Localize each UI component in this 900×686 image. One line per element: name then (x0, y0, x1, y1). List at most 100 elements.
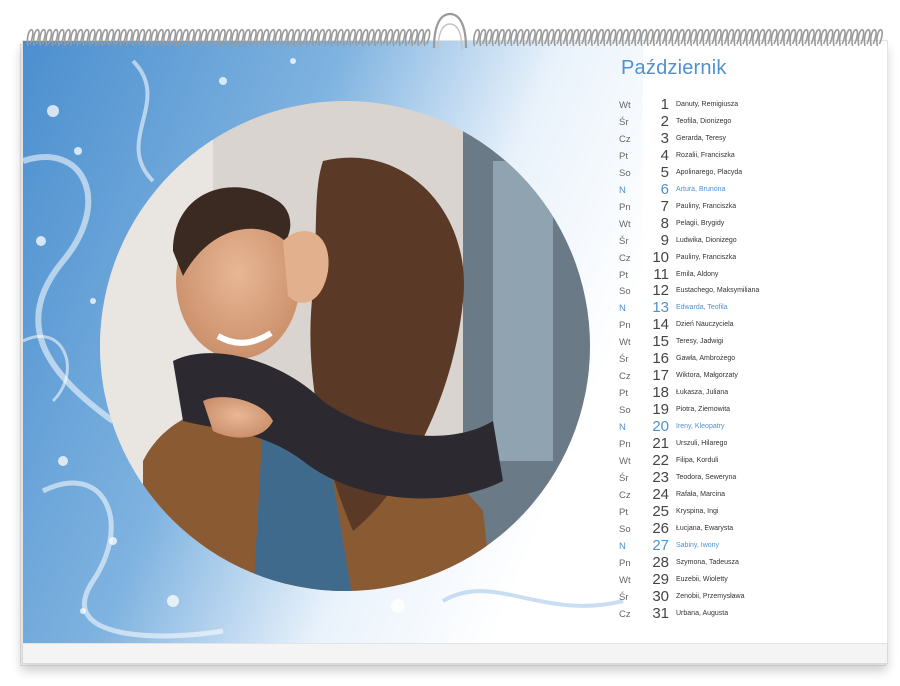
name-day-text: Ireny, Kleopatry (676, 423, 725, 431)
spiral-ring (355, 28, 363, 47)
day-number: 17 (652, 367, 669, 385)
spiral-ring (243, 28, 251, 47)
spiral-ring (293, 28, 301, 47)
spiral-ring (330, 28, 338, 47)
spiral-ring (733, 28, 741, 47)
day-number: 25 (652, 502, 669, 520)
day-number: 29 (652, 570, 669, 588)
spiral-ring (857, 28, 865, 47)
spiral-ring (280, 28, 288, 47)
spiral-ring (764, 28, 772, 47)
spiral-ring (398, 28, 406, 47)
day-number: 3 (660, 129, 669, 147)
day-of-week-label: N (619, 303, 626, 315)
calendar-hanger-hook (432, 12, 468, 51)
day-number: 15 (652, 333, 669, 351)
name-day-text: Euzebii, Wioletty (676, 575, 728, 583)
spiral-ring (361, 28, 369, 47)
spiral-ring (838, 28, 846, 47)
day-row: Cz 3 Gerarda, Teresy (619, 129, 869, 148)
day-row: Śr 9 Ludwika, Dionizego (619, 231, 869, 250)
spiral-ring (714, 28, 722, 47)
spiral-ring (175, 28, 183, 47)
spiral-ring (820, 28, 828, 47)
name-day-text: Pauliny, Franciszka (676, 253, 737, 261)
name-day-text: Sabiny, Iwony (676, 541, 720, 549)
day-row: Pn 28 Szymona, Tadeusza (619, 554, 869, 572)
spiral-ring (305, 28, 313, 47)
day-number: 20 (652, 418, 669, 436)
spiral-ring (268, 28, 276, 47)
name-day-text: Urbana, Augusta (676, 609, 729, 617)
day-number: 30 (652, 587, 669, 605)
name-day-text: Rozalii, Franciszka (676, 151, 735, 159)
spiral-ring (553, 28, 561, 47)
spiral-ring (113, 28, 121, 47)
day-number: 4 (660, 146, 669, 164)
spiral-ring (739, 28, 747, 47)
day-of-week-label: Cz (619, 252, 631, 264)
spiral-ring (274, 28, 282, 47)
spiral-ring (826, 28, 834, 47)
spiral-ring (125, 28, 133, 47)
day-of-week-label: Śr (619, 235, 629, 247)
day-number: 9 (660, 231, 669, 249)
photo-area (23, 41, 643, 643)
spiral-ring (795, 28, 803, 47)
spiral-ring (640, 28, 648, 47)
day-number: 31 (652, 604, 669, 622)
spiral-ring (39, 28, 47, 47)
spiral-ring (609, 28, 617, 47)
spiral-ring (528, 28, 536, 47)
spiral-ring (342, 28, 350, 47)
spiral-ring (212, 28, 220, 47)
day-of-week-label: Pn (619, 320, 631, 332)
spiral-ring (82, 28, 90, 47)
day-row: Pt 4 Rozalii, Franciszka (619, 146, 869, 165)
spiral-ring (814, 28, 822, 47)
spiral-ring (652, 28, 660, 47)
spiral-ring (801, 28, 809, 47)
spiral-ring (373, 28, 381, 47)
name-day-text: Teofila, Dionizego (676, 117, 732, 125)
day-row: Śr 2 Teofila, Dionizego (619, 113, 869, 131)
day-row: Pn 7 Pauliny, Franciszka (619, 198, 869, 216)
spiral-ring (163, 28, 171, 47)
day-row: Wt 22 Filipa, Korduli (619, 452, 869, 470)
spiral-ring (237, 28, 245, 47)
day-number: 8 (660, 214, 669, 232)
name-day-text: Łucjana, Ewarysta (676, 524, 734, 532)
day-number: 19 (652, 401, 669, 419)
spiral-ring (249, 28, 257, 47)
day-of-week-label: Śr (619, 591, 629, 603)
spiral-ring (200, 28, 208, 47)
spiral-ring (101, 28, 109, 47)
day-row: N 20 Ireny, Kleopatry (619, 418, 869, 436)
spiral-ring (473, 28, 481, 47)
spiral-ring (187, 28, 195, 47)
spiral-ring (535, 28, 543, 47)
name-day-text: Edwarda, Teofila (676, 304, 728, 312)
spiral-ring (417, 28, 425, 47)
spiral-ring (32, 28, 40, 47)
day-number: 1 (660, 96, 669, 113)
spiral-ring (702, 28, 710, 47)
name-day-text: Zenobii, Przemysława (676, 592, 745, 600)
day-row: So 26 Łucjana, Ewarysta (619, 520, 869, 538)
spiral-ring (311, 28, 319, 47)
day-of-week-label: N (619, 540, 626, 552)
day-of-week-label: Pn (619, 201, 631, 213)
spiral-ring (677, 28, 685, 47)
spiral-ring (144, 28, 152, 47)
name-day-text: Filipa, Korduli (676, 456, 719, 464)
day-number: 18 (652, 384, 669, 402)
day-of-week-label: Pt (619, 269, 628, 281)
spiral-ring (566, 28, 574, 47)
day-row: Pn 21 Urszuli, Hilarego (619, 435, 869, 453)
name-day-text: Gawła, Ambrożego (676, 355, 736, 363)
spiral-ring (516, 28, 524, 47)
spiral-ring (423, 28, 431, 47)
spiral-ring (578, 28, 586, 47)
spiral-ring (94, 28, 102, 47)
day-number: 11 (653, 265, 669, 283)
